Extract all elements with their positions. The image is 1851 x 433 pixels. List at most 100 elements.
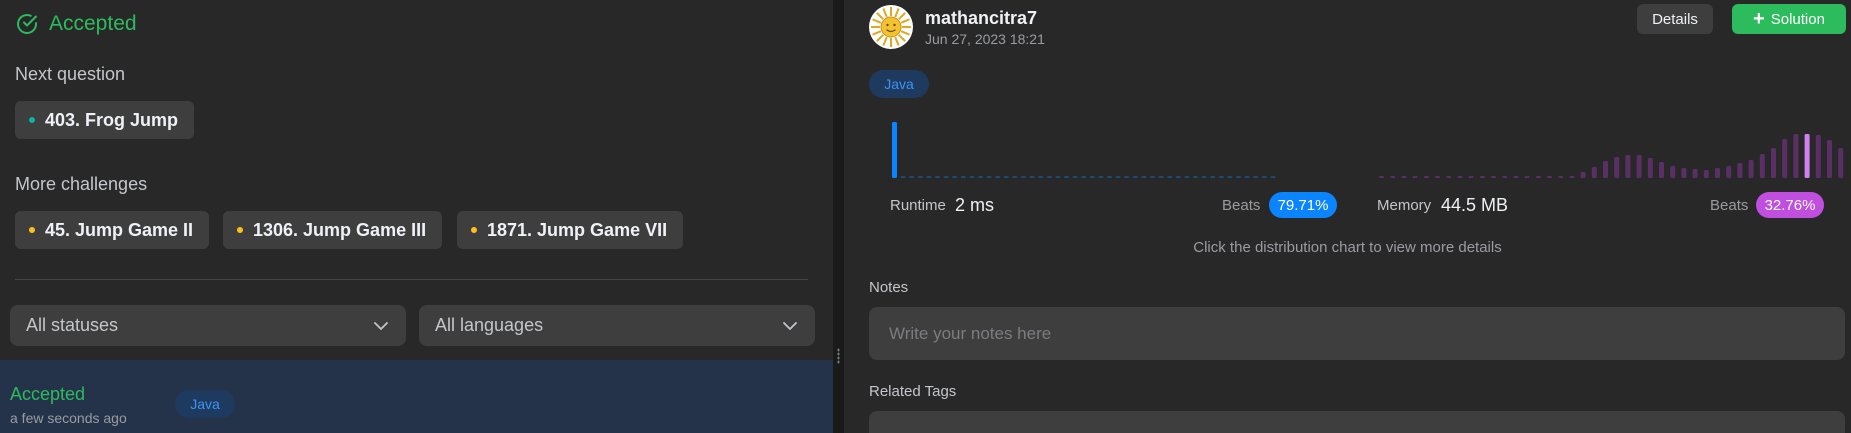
chart-bar[interactable] — [1692, 169, 1698, 178]
details-button[interactable]: Details — [1637, 4, 1713, 34]
chart-bar[interactable] — [1457, 176, 1463, 178]
chart-bar[interactable] — [1647, 158, 1653, 178]
chart-bar[interactable] — [1838, 148, 1844, 178]
chart-bar[interactable] — [1703, 170, 1709, 178]
chart-bar[interactable] — [1659, 162, 1664, 178]
chart-bar[interactable] — [1748, 160, 1754, 178]
challenge-button[interactable]: 1871. Jump Game VII — [457, 211, 684, 249]
chart-bar[interactable] — [926, 176, 932, 178]
chart-bar[interactable] — [995, 176, 1001, 178]
panel-resize-handle[interactable] — [833, 0, 844, 433]
chart-bar[interactable] — [1167, 176, 1173, 178]
chart-bar[interactable] — [1158, 176, 1164, 178]
chart-bar[interactable] — [1390, 176, 1396, 178]
chart-bar[interactable] — [986, 176, 992, 178]
chart-bar[interactable] — [1141, 176, 1147, 178]
chart-bar[interactable] — [1423, 176, 1429, 178]
chart-bar[interactable] — [1089, 176, 1095, 178]
chart-bar[interactable] — [1614, 157, 1620, 178]
username[interactable]: mathancitra7 — [925, 8, 1037, 29]
chart-bar[interactable] — [1261, 176, 1267, 178]
chart-bar[interactable] — [1670, 166, 1676, 178]
chart-bar[interactable] — [1038, 176, 1044, 178]
chart-bar[interactable] — [892, 122, 897, 178]
chart-bar[interactable] — [1468, 176, 1474, 178]
chart-bar[interactable] — [1737, 163, 1743, 178]
submission-row[interactable]: Accepted a few seconds ago Java — [0, 360, 833, 433]
avatar[interactable] — [869, 5, 913, 49]
chart-bar[interactable] — [1547, 176, 1552, 178]
chart-bar[interactable] — [1175, 176, 1181, 178]
chart-bar[interactable] — [1401, 176, 1407, 178]
chart-bar[interactable] — [1603, 161, 1608, 178]
chart-bar[interactable] — [1771, 148, 1776, 178]
chart-bar[interactable] — [1558, 176, 1564, 178]
chart-bar[interactable] — [1253, 176, 1259, 178]
chart-bar[interactable] — [1804, 134, 1810, 178]
chart-bar[interactable] — [1072, 176, 1078, 178]
chart-bar[interactable] — [1491, 176, 1496, 178]
chart-bar[interactable] — [1446, 176, 1452, 178]
chart-bar[interactable] — [1513, 176, 1519, 178]
chart-bar[interactable] — [1150, 176, 1155, 178]
chart-bar[interactable] — [969, 176, 975, 178]
chart-bar[interactable] — [1270, 176, 1276, 178]
chart-bar[interactable] — [1124, 176, 1130, 178]
chart-bar[interactable] — [1227, 176, 1233, 178]
chart-bar[interactable] — [1115, 176, 1121, 178]
chart-bar[interactable] — [1098, 176, 1104, 178]
chart-bar[interactable] — [917, 176, 923, 178]
memory-distribution-chart[interactable] — [1379, 118, 1849, 182]
next-question-button[interactable]: 403. Frog Jump — [15, 101, 195, 139]
chart-bar[interactable] — [1827, 140, 1832, 178]
chart-bar[interactable] — [1210, 176, 1216, 178]
chart-bar[interactable] — [1726, 166, 1732, 178]
chart-bar[interactable] — [1479, 176, 1485, 178]
related-tags-select[interactable] — [869, 411, 1845, 433]
chart-bar[interactable] — [1132, 176, 1138, 178]
chart-bar[interactable] — [1012, 176, 1018, 178]
chart-bar[interactable] — [1569, 176, 1575, 178]
chart-bar[interactable] — [1591, 167, 1597, 178]
status-filter-dropdown[interactable]: All statuses — [10, 305, 406, 346]
chart-bar[interactable] — [1435, 176, 1440, 178]
chart-bar[interactable] — [1064, 176, 1069, 178]
solution-button[interactable]: + Solution — [1732, 4, 1846, 34]
chart-bar[interactable] — [1029, 176, 1035, 178]
chart-bar[interactable] — [1815, 135, 1821, 178]
chart-bar[interactable] — [943, 176, 949, 178]
chart-bar[interactable] — [960, 176, 966, 178]
chart-bar[interactable] — [1003, 176, 1009, 178]
chart-bar[interactable] — [1107, 176, 1112, 178]
notes-input[interactable]: Write your notes here — [869, 307, 1845, 360]
chart-bar[interactable] — [1524, 176, 1530, 178]
chart-bar[interactable] — [1681, 168, 1687, 178]
chart-bar[interactable] — [935, 176, 940, 178]
chart-bar[interactable] — [1580, 172, 1586, 178]
chart-bar[interactable] — [1412, 176, 1418, 178]
challenge-button[interactable]: 45. Jump Game II — [15, 211, 210, 249]
chart-bar[interactable] — [1184, 176, 1190, 178]
challenge-button[interactable]: 1306. Jump Game III — [223, 211, 443, 249]
chart-bar[interactable] — [952, 176, 958, 178]
chart-bar[interactable] — [1021, 176, 1026, 178]
chart-bar[interactable] — [1236, 176, 1241, 178]
chart-bar[interactable] — [1782, 139, 1788, 178]
chart-bar[interactable] — [1244, 176, 1250, 178]
chart-bar[interactable] — [1636, 155, 1642, 178]
chart-bar[interactable] — [978, 176, 983, 178]
chart-bar[interactable] — [1081, 176, 1087, 178]
chart-bar[interactable] — [1759, 154, 1765, 178]
chart-bar[interactable] — [900, 176, 906, 178]
chart-bar[interactable] — [1715, 168, 1720, 178]
chart-bar[interactable] — [1379, 176, 1384, 178]
chart-bar[interactable] — [1535, 176, 1541, 178]
language-filter-dropdown[interactable]: All languages — [419, 305, 815, 346]
chart-bar[interactable] — [1055, 176, 1061, 178]
chart-bar[interactable] — [1502, 176, 1508, 178]
chart-bar[interactable] — [1218, 176, 1224, 178]
chart-bar[interactable] — [1193, 176, 1198, 178]
chart-bar[interactable] — [909, 176, 915, 178]
chart-bar[interactable] — [1793, 134, 1799, 178]
chart-bar[interactable] — [1046, 176, 1052, 178]
